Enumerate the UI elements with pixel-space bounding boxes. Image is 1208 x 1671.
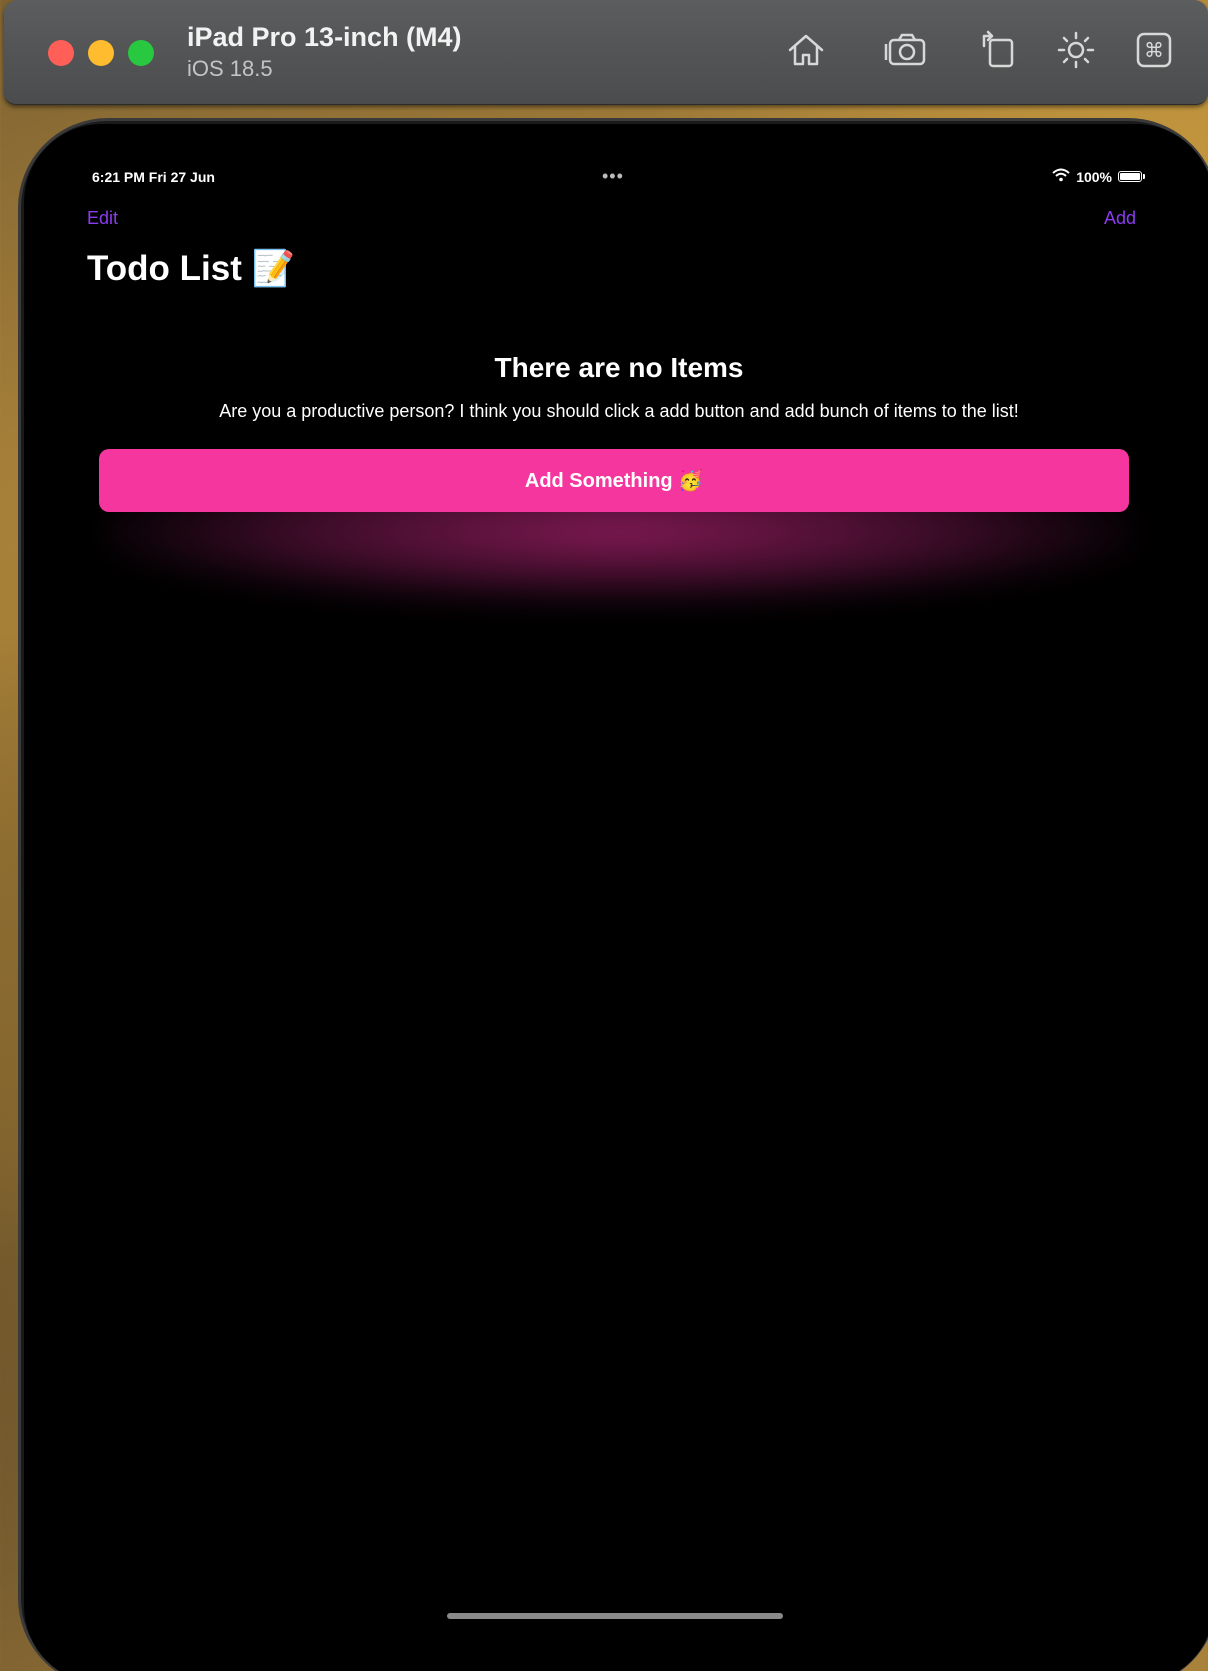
multitask-indicator[interactable]: ••• bbox=[602, 166, 624, 187]
add-something-button[interactable]: Add Something 🥳 bbox=[99, 449, 1129, 512]
home-indicator[interactable] bbox=[447, 1613, 783, 1619]
svg-text:⌘: ⌘ bbox=[1144, 38, 1164, 62]
battery-icon bbox=[1118, 171, 1145, 182]
os-version: iOS 18.5 bbox=[187, 56, 273, 81]
device-name: iPad Pro 13-inch (M4) bbox=[187, 22, 462, 52]
page-title: Todo List 📝 bbox=[87, 249, 296, 288]
add-button[interactable]: Add bbox=[1104, 208, 1136, 229]
battery-percent: 100% bbox=[1076, 168, 1112, 185]
empty-state-heading: There are no Items bbox=[494, 352, 744, 383]
command-icon[interactable]: ⌘ bbox=[1132, 28, 1176, 72]
edit-button[interactable]: Edit bbox=[87, 208, 118, 229]
status-time-date: 6:21 PM Fri 27 Jun bbox=[92, 169, 215, 185]
screenshot-camera-icon[interactable] bbox=[884, 28, 928, 72]
rotate-icon[interactable] bbox=[976, 28, 1020, 72]
minimize-window-button[interactable] bbox=[88, 40, 114, 66]
zoom-window-button[interactable] bbox=[128, 40, 154, 66]
appearance-sun-icon[interactable] bbox=[1054, 28, 1098, 72]
home-icon[interactable] bbox=[784, 28, 828, 72]
simulator-title-bar: iPad Pro 13-inch (M4) iOS 18.5 ⌘ bbox=[4, 0, 1208, 105]
close-window-button[interactable] bbox=[48, 40, 74, 66]
wifi-icon bbox=[1052, 168, 1070, 185]
status-right-group: 100% bbox=[1052, 168, 1145, 185]
empty-state-description: Are you a productive person? I think you… bbox=[219, 401, 1019, 421]
ipad-screen: 6:21 PM Fri 27 Jun ••• 100% Edit Add Tod… bbox=[24, 124, 1208, 1671]
